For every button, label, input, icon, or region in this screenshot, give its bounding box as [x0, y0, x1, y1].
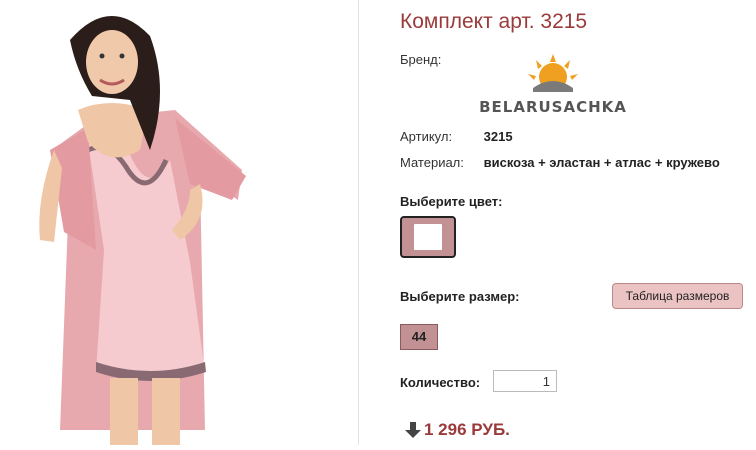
quantity-label: Количество:	[400, 375, 481, 390]
brand-label: Бренд:	[400, 52, 442, 67]
color-swatch[interactable]	[400, 216, 456, 258]
price-text: 1 296 РУБ.	[424, 420, 510, 439]
product-title: Комплект арт. 3215	[400, 10, 588, 33]
color-swatch-inner	[414, 224, 442, 250]
quantity-input[interactable]	[493, 370, 557, 392]
material-value: вискоза + эластан + атлас + кружево	[483, 155, 720, 170]
brand-wordmark: BELARUSACHKA	[479, 98, 627, 116]
material-row: Материал: вискоза + эластан + атлас + кр…	[400, 155, 720, 170]
brand-logo[interactable]: BELARUSACHKA	[478, 52, 628, 120]
color-label: Выберите цвет:	[400, 194, 503, 209]
article-row: Артикул: 3215	[400, 129, 513, 144]
price: 1 296 РУБ.	[404, 420, 510, 444]
size-option-44[interactable]: 44	[400, 324, 438, 350]
column-divider	[358, 0, 359, 445]
model-image	[39, 15, 246, 445]
article-value: 3215	[483, 129, 513, 144]
size-table-button[interactable]: Таблица размеров	[612, 283, 743, 309]
material-label: Материал:	[400, 155, 464, 170]
product-photo	[0, 0, 358, 445]
article-label: Артикул:	[400, 129, 453, 144]
down-arrow-icon	[404, 421, 422, 444]
sun-logo-icon	[528, 54, 578, 92]
product-info: Комплект арт. 3215 Бренд: BELARUSACHKA А…	[400, 0, 750, 445]
size-label: Выберите размер:	[400, 289, 520, 304]
